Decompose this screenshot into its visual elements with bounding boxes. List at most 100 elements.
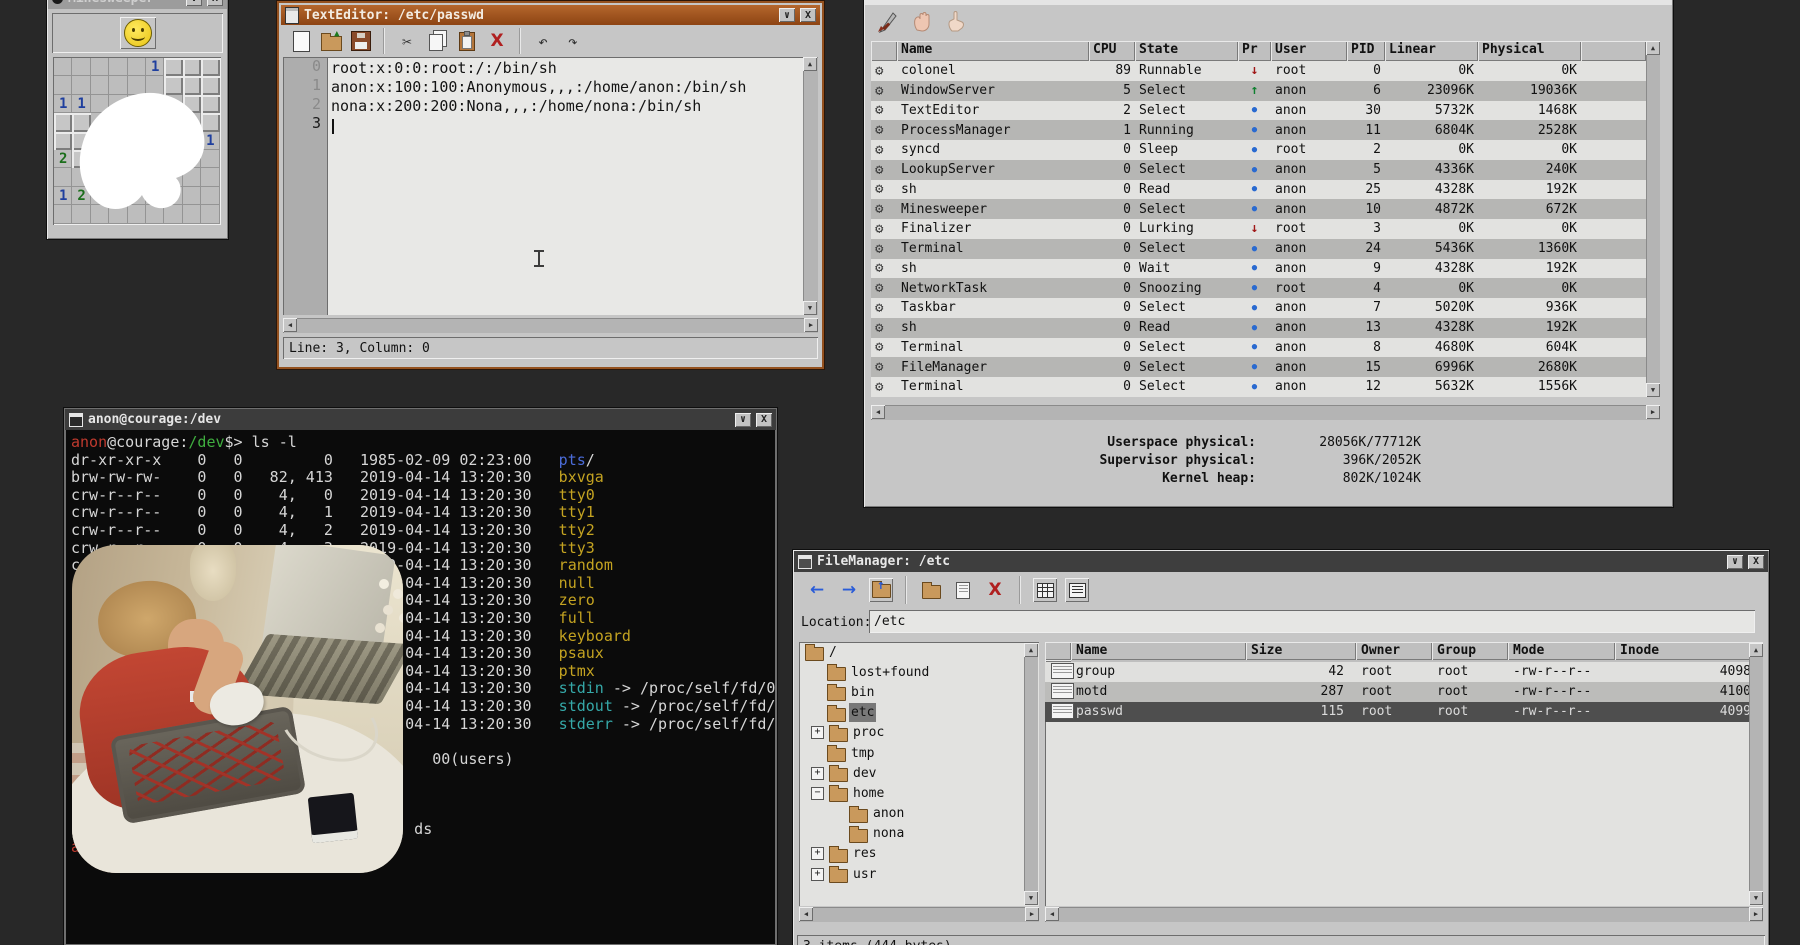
tree-item-proc[interactable]: +proc	[799, 723, 1039, 743]
mine-cell[interactable]	[128, 58, 146, 76]
list-view-button[interactable]	[1065, 578, 1089, 602]
file-list-header[interactable]: NameSizeOwnerGroupModeInode	[1045, 642, 1763, 662]
file-row-motd[interactable]: motd287rootroot-rw-r--r--4100	[1045, 682, 1763, 702]
dagger-icon[interactable]	[876, 10, 900, 34]
editor-textarea[interactable]: root:x:0:0:root:/:/bin/sh anon:x:100:100…	[327, 57, 803, 315]
close-button[interactable]: X	[1748, 555, 1764, 569]
process-table-header[interactable]: NameCPUStatePrUserPIDLinearPhysical	[871, 41, 1646, 61]
minimize-button[interactable]: ∨	[735, 413, 751, 427]
open-file-button[interactable]	[319, 29, 343, 53]
filemanager-titlebar[interactable]: FileManager: /etc ∨ X	[794, 551, 1768, 572]
tree-item-lostfound[interactable]: lost+found	[799, 662, 1039, 682]
column-header-PID[interactable]: PID	[1347, 41, 1385, 61]
save-button[interactable]	[349, 29, 373, 53]
mine-cell[interactable]	[54, 58, 72, 76]
mine-cell[interactable]	[54, 205, 72, 223]
close-button[interactable]: X	[756, 413, 772, 427]
column-header-blank[interactable]	[1045, 642, 1071, 660]
mine-cell[interactable]	[72, 58, 90, 76]
cut-button[interactable]: ✂	[395, 29, 419, 53]
expand-toggle[interactable]: −	[811, 787, 824, 800]
file-row-group[interactable]: group42rootroot-rw-r--r--4098	[1045, 662, 1763, 682]
tree-item-usr[interactable]: +usr	[799, 864, 1039, 884]
scroll-up-arrow[interactable]: ▲	[803, 57, 817, 71]
scroll-down-arrow[interactable]: ▼	[1646, 383, 1660, 397]
process-row[interactable]: ⚙NetworkTask0Snoozing●root40K0K	[871, 278, 1646, 298]
redo-button[interactable]: ↷	[561, 29, 585, 53]
process-row[interactable]: ⚙Finalizer0Lurking↓root30K0K	[871, 219, 1646, 239]
scroll-left-arrow[interactable]: ◀	[1045, 907, 1059, 921]
mine-cell-unrevealed[interactable]	[183, 58, 201, 76]
tree-vscrollbar[interactable]: ▲ ▼	[1024, 643, 1038, 905]
tree-hscrollbar[interactable]: ◀ ▶	[799, 907, 1039, 922]
minimize-button[interactable]: ∨	[779, 8, 795, 22]
column-header-blank[interactable]	[1581, 41, 1646, 61]
process-row[interactable]: ⚙WindowServer5Select↑anon623096K19036K	[871, 81, 1646, 101]
mine-cell[interactable]	[54, 76, 72, 94]
process-row[interactable]: ⚙sh0Wait●anon94328K192K	[871, 259, 1646, 279]
minimize-button[interactable]: ∨	[1727, 555, 1743, 569]
process-row[interactable]: ⚙ProcessManager1Running●anon116804K2528K	[871, 120, 1646, 140]
column-header-Owner[interactable]: Owner	[1356, 642, 1432, 660]
column-header-Name[interactable]: Name	[1071, 642, 1246, 660]
tree-item-nona[interactable]: nona	[799, 824, 1039, 844]
expand-toggle[interactable]: +	[811, 767, 824, 780]
file-row-passwd[interactable]: passwd115rootroot-rw-r--r--4099	[1045, 702, 1763, 722]
texteditor-titlebar[interactable]: TextEditor: /etc/passwd ∨ X	[281, 5, 820, 25]
files-vscrollbar[interactable]: ▲ ▼	[1749, 643, 1763, 905]
process-row[interactable]: ⚙Terminal0Select●anon245436K1360K	[871, 239, 1646, 259]
column-header-Size[interactable]: Size	[1246, 642, 1356, 660]
scroll-left-arrow[interactable]: ◀	[799, 907, 813, 921]
hand-grab-icon[interactable]	[910, 10, 934, 34]
column-header-Linear[interactable]: Linear	[1385, 41, 1478, 61]
column-header-Mode[interactable]: Mode	[1508, 642, 1615, 660]
delete-button[interactable]: X	[485, 29, 509, 53]
process-row[interactable]: ⚙Taskbar0Select●anon75020K936K	[871, 298, 1646, 318]
process-row[interactable]: ⚙Terminal0Select●anon125632K1556K	[871, 377, 1646, 397]
scroll-right-arrow[interactable]: ▶	[1749, 907, 1763, 921]
back-button[interactable]: ←	[805, 578, 829, 602]
smiley-button[interactable]	[120, 17, 156, 49]
scroll-up-arrow[interactable]: ▲	[1024, 643, 1038, 657]
column-header-blank[interactable]	[1045, 660, 1071, 663]
mine-cell-unrevealed[interactable]	[201, 58, 219, 76]
forward-button[interactable]: →	[837, 578, 861, 602]
tree-item-tmp[interactable]: tmp	[799, 743, 1039, 763]
process-row[interactable]: ⚙sh0Read●anon254328K192K	[871, 180, 1646, 200]
process-row[interactable]: ⚙FileManager0Select●anon156996K2680K	[871, 357, 1646, 377]
hand-point-icon[interactable]	[944, 10, 968, 34]
tree-item-bin[interactable]: bin	[799, 682, 1039, 702]
process-row[interactable]: ⚙TextEditor2Select●anon305732K1468K	[871, 101, 1646, 121]
scroll-down-arrow[interactable]: ▼	[803, 301, 817, 315]
mine-cell[interactable]	[109, 58, 127, 76]
expand-toggle[interactable]: +	[811, 847, 824, 860]
scroll-up-arrow[interactable]: ▲	[1749, 643, 1763, 657]
scroll-left-arrow[interactable]: ◀	[871, 405, 885, 419]
process-row[interactable]: ⚙Terminal0Select●anon84680K604K	[871, 338, 1646, 358]
files-hscrollbar[interactable]: ◀ ▶	[1045, 907, 1763, 922]
processmanager-titlebar[interactable]	[865, 0, 1672, 5]
process-row[interactable]: ⚙LookupServer0Select●anon54336K240K	[871, 160, 1646, 180]
close-button[interactable]: X	[207, 0, 223, 6]
copy-button[interactable]	[425, 29, 449, 53]
tree-item-dev[interactable]: +dev	[799, 763, 1039, 783]
minimize-button[interactable]: ∨	[186, 0, 202, 6]
mine-cell[interactable]	[91, 58, 109, 76]
minesweeper-titlebar[interactable]: Minesweeper ∨ X	[48, 0, 227, 9]
mine-cell-unrevealed[interactable]	[54, 113, 72, 131]
process-hscrollbar[interactable]: ◀ ▶	[871, 405, 1660, 420]
column-header-Physical[interactable]: Physical	[1478, 41, 1581, 61]
new-folder-button[interactable]	[919, 578, 943, 602]
location-input[interactable]: /etc	[869, 610, 1755, 633]
process-row[interactable]: ⚙Minesweeper0Select●anon104872K672K	[871, 199, 1646, 219]
scroll-right-arrow[interactable]: ▶	[1646, 405, 1660, 419]
process-row[interactable]: ⚙colonel89Runnable↓root00K0K	[871, 61, 1646, 81]
mine-cell-unrevealed[interactable]	[164, 58, 182, 76]
scroll-right-arrow[interactable]: ▶	[1025, 907, 1039, 921]
up-directory-button[interactable]	[869, 578, 893, 602]
mine-cell[interactable]	[54, 168, 72, 186]
tree-item-anon[interactable]: anon	[799, 804, 1039, 824]
column-header-CPU[interactable]: CPU	[1089, 41, 1135, 61]
tree-item-[interactable]: /	[799, 642, 1039, 662]
scroll-right-arrow[interactable]: ▶	[804, 318, 818, 332]
